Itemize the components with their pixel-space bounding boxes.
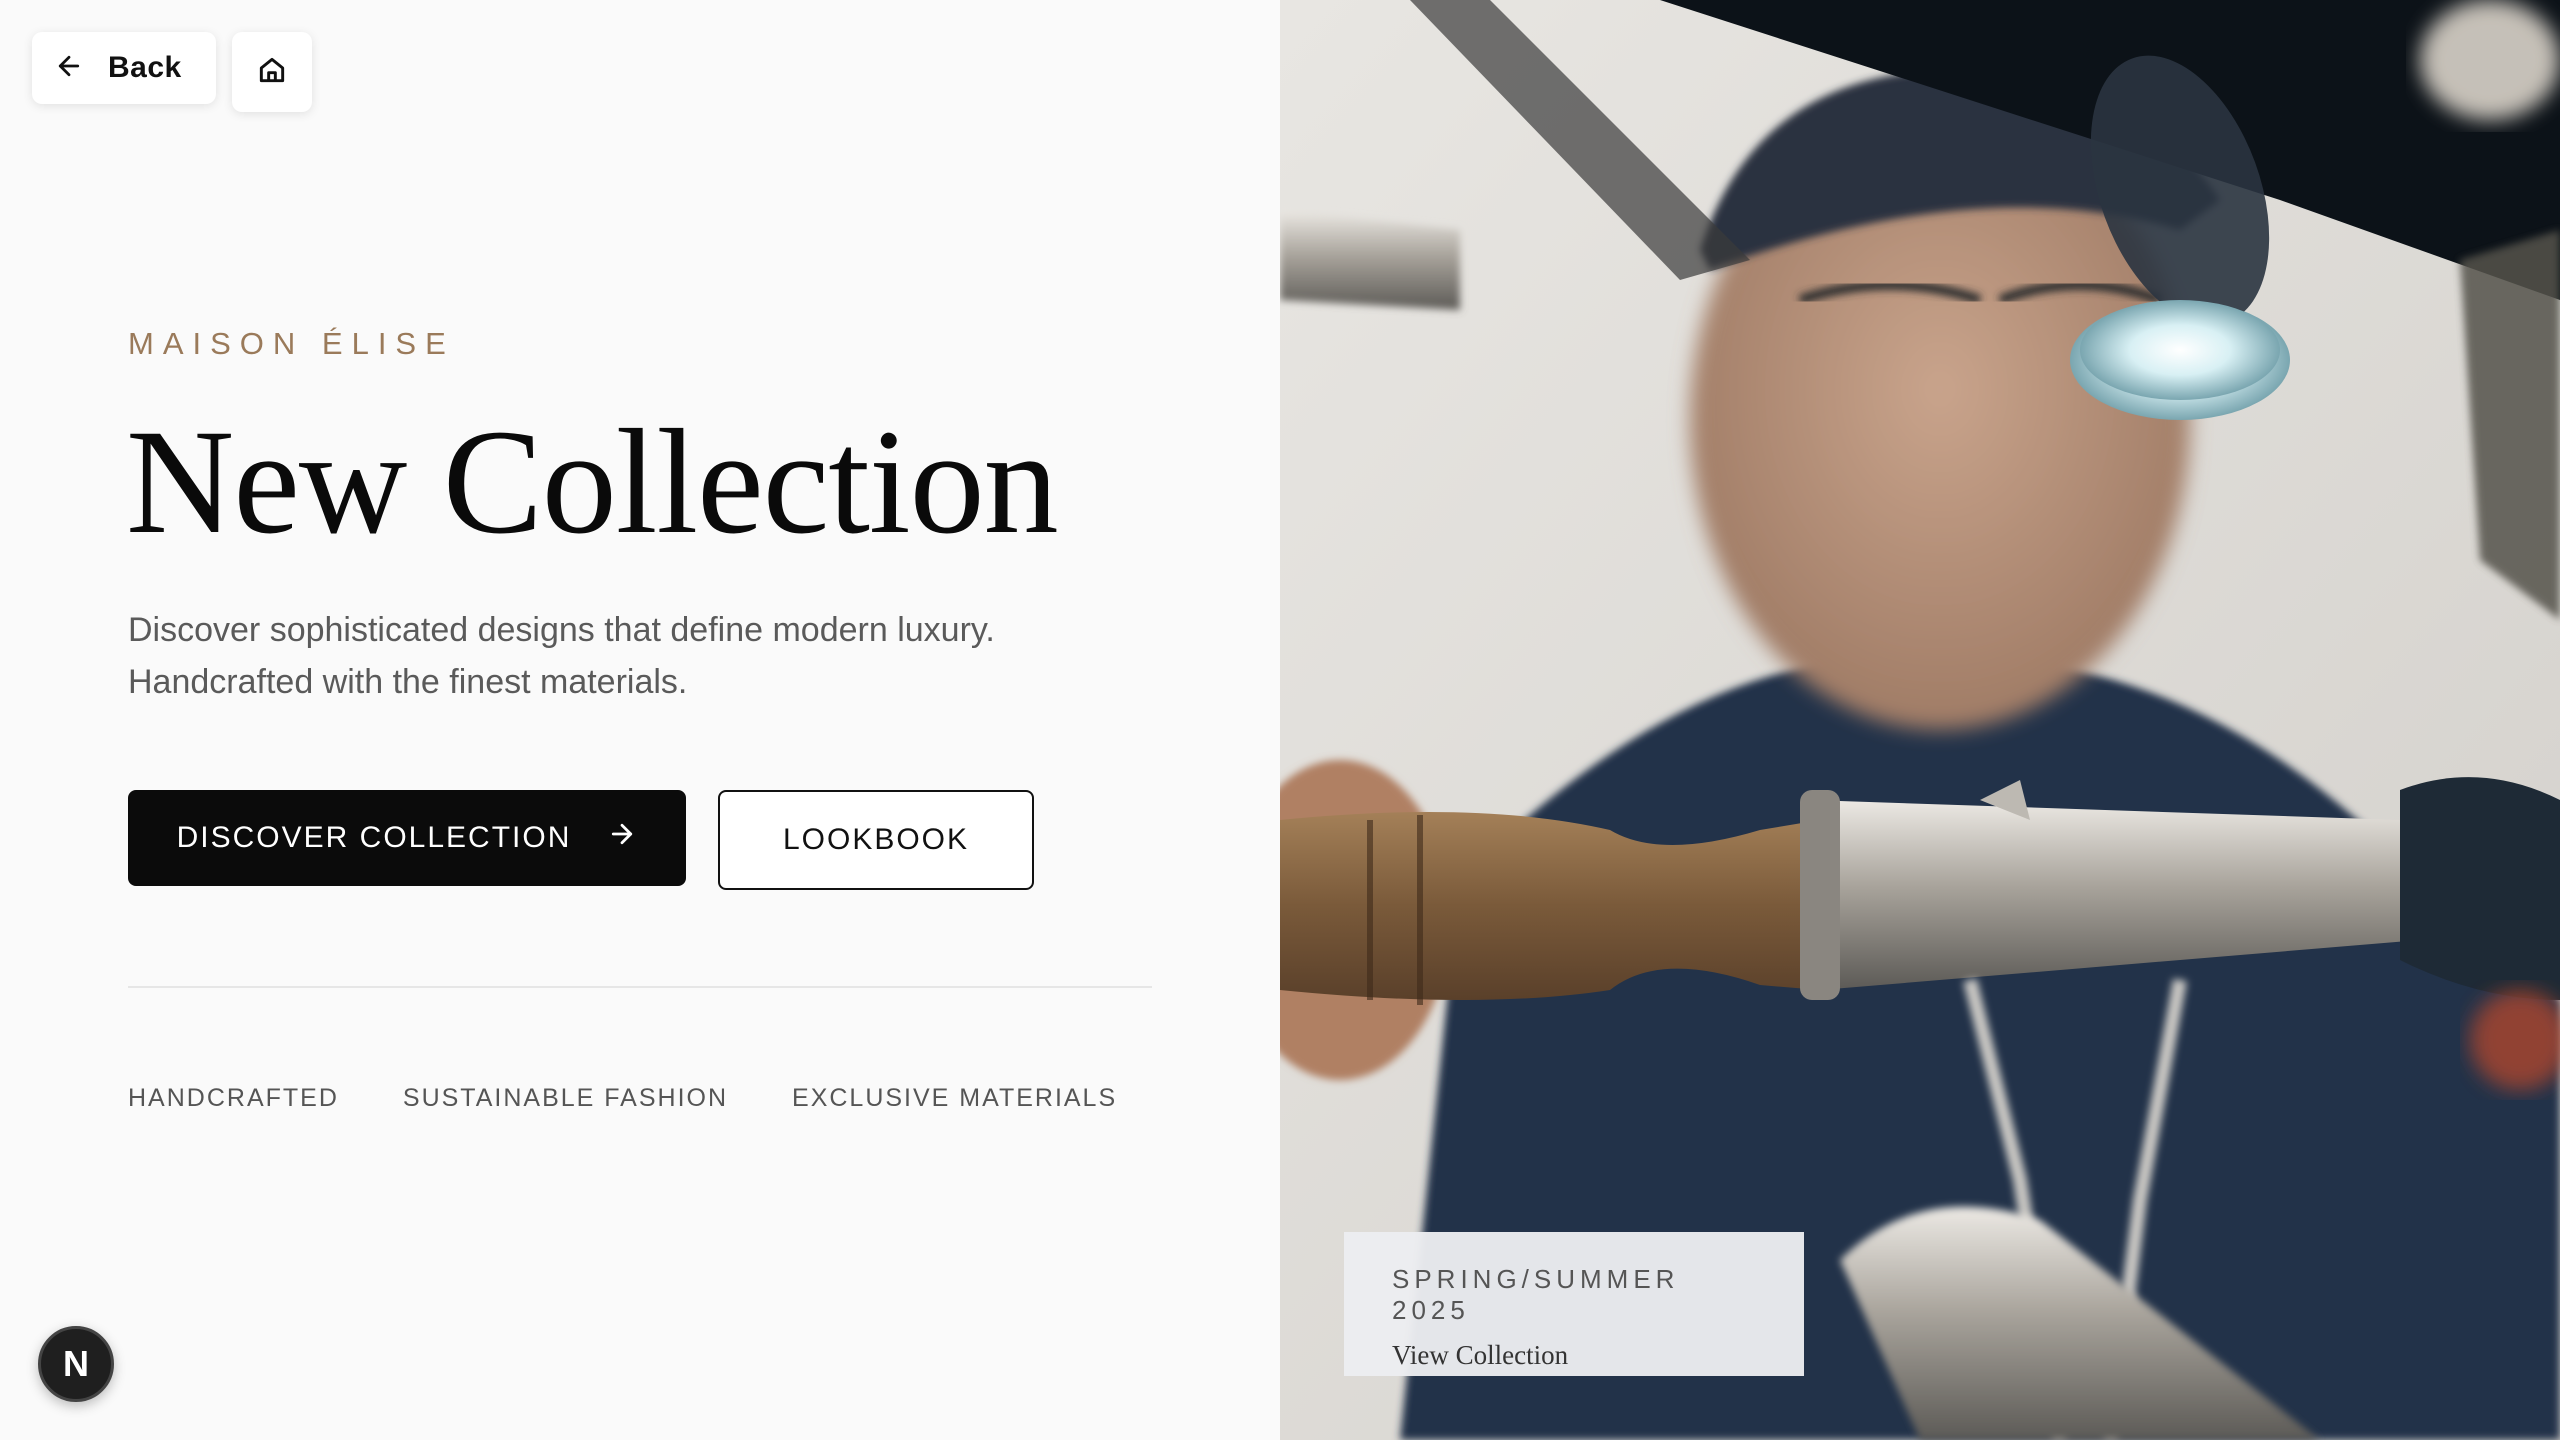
hero-description: Discover sophisticated designs that defi… (128, 604, 1128, 708)
collection-caption[interactable]: SPRING/SUMMER 2025 View Collection (1344, 1232, 1804, 1376)
page-title: New Collection (126, 399, 1059, 565)
home-icon (256, 54, 288, 91)
brand-name: MAISON ÉLISE (128, 326, 455, 361)
lookbook-button[interactable]: LOOKBOOK (718, 790, 1034, 890)
description-line-2: Handcrafted with the finest materials. (128, 663, 688, 701)
lookbook-label: LOOKBOOK (782, 823, 970, 856)
home-button[interactable] (232, 32, 312, 112)
divider (128, 986, 1152, 988)
framework-badge[interactable]: N (38, 1326, 114, 1402)
discover-collection-label: DISCOVER COLLECTION (176, 821, 572, 854)
back-button[interactable]: Back (32, 32, 216, 104)
arrow-left-icon (54, 51, 84, 86)
hero-image (1280, 0, 2560, 1440)
arrow-right-icon (607, 819, 637, 857)
discover-collection-button[interactable]: DISCOVER COLLECTION (128, 790, 686, 886)
season-label: SPRING/SUMMER 2025 (1392, 1264, 1680, 1325)
feature-handcrafted: HANDCRAFTED (128, 1084, 339, 1112)
description-line-1: Discover sophisticated designs that defi… (128, 611, 995, 649)
hero-panel: Back MAISON ÉLISE New Collection Discove… (0, 0, 1280, 1440)
back-button-label: Back (108, 51, 182, 84)
feature-exclusive-materials: EXCLUSIVE MATERIALS (792, 1084, 1118, 1112)
feature-sustainable-fashion: SUSTAINABLE FASHION (402, 1084, 729, 1112)
feature-list: HANDCRAFTED SUSTAINABLE FASHION EXCLUSIV… (128, 1084, 1117, 1113)
view-collection-link[interactable]: View Collection (1392, 1340, 1756, 1371)
